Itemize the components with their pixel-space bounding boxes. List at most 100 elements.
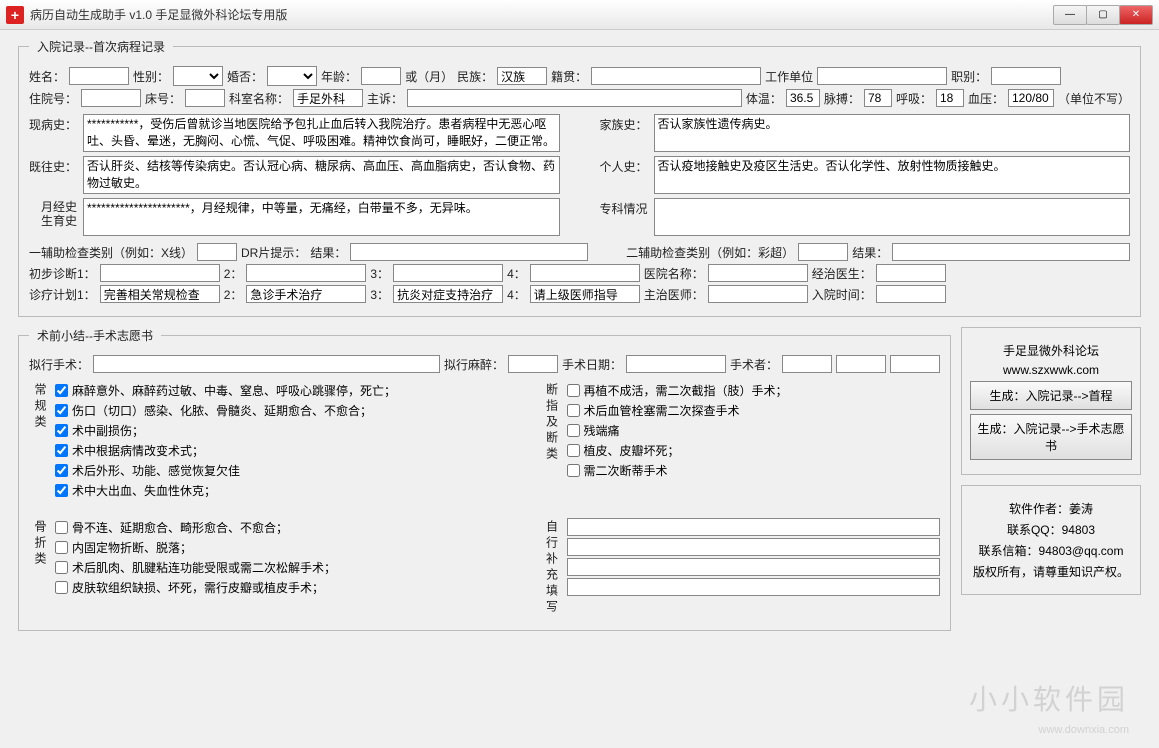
fill3[interactable] [567,558,940,576]
surgeon1-input[interactable] [782,355,832,373]
job-input[interactable] [991,67,1061,85]
group2-title: 断指及断类 [541,379,567,502]
surgeon2-input[interactable] [836,355,886,373]
dept-label: 科室名称： [229,90,289,107]
past-ta[interactable]: 否认肝炎、结核等传染病史。否认冠心病、糖尿病、高血压、高血脂病史，否认食物、药物… [83,156,560,194]
author-line: 软件作者：姜涛 [970,500,1132,517]
opdate-label: 手术日期： [562,356,622,373]
aux2-result[interactable] [892,243,1130,261]
personal-label: 个人史： [600,156,648,175]
plan3-input[interactable] [393,285,503,303]
g1c2[interactable] [55,404,68,417]
fill1[interactable] [567,518,940,536]
maximize-button[interactable]: ▢ [1086,5,1120,25]
g1c5[interactable] [55,464,68,477]
surgery-fieldset: 术前小结--手术志愿书 拟行手术： 拟行麻醉： 手术日期： 手术者： 常规类 麻… [18,327,951,631]
personal-ta[interactable]: 否认疫地接触史及疫区生活史。否认化学性、放射性物质接触史。 [654,156,1131,194]
author-panel: 软件作者：姜涛 联系QQ：94803 联系信箱：94803@qq.com 版权所… [961,485,1141,595]
attend-input[interactable] [708,285,808,303]
temp-input[interactable] [786,89,820,107]
minimize-button[interactable]: — [1053,5,1087,25]
g2c5[interactable] [567,464,580,477]
diag2-input[interactable] [246,264,366,282]
aux2-label: 二辅助检查类别（例如：彩超） [626,244,794,261]
nation-label: 民族： [457,68,493,85]
g1c3[interactable] [55,424,68,437]
work-input[interactable] [817,67,947,85]
aux1-type[interactable] [197,243,237,261]
sex-select[interactable] [173,66,223,86]
anes-input[interactable] [508,355,558,373]
gen-first-button[interactable]: 生成：入院记录-->首程 [970,381,1132,410]
g3c4[interactable] [55,581,68,594]
mens-ta[interactable]: **********************，月经规律，中等量，无痛经，白带量不… [83,198,560,236]
g1c1[interactable] [55,384,68,397]
g3c3[interactable] [55,561,68,574]
g2c4[interactable] [567,444,580,457]
dept-input[interactable] [293,89,363,107]
op-label: 拟行手术： [29,356,89,373]
opdate-input[interactable] [626,355,726,373]
g3c1[interactable] [55,521,68,534]
hospno-input[interactable] [81,89,141,107]
plan4-input[interactable] [530,285,640,303]
plan2-input[interactable] [246,285,366,303]
plan1-input[interactable] [100,285,220,303]
window-title: 病历自动生成助手 v1.0 手足显微外科论坛专用版 [30,6,1054,23]
breath-input[interactable] [936,89,964,107]
close-button[interactable]: ✕ [1119,5,1153,25]
g2c2[interactable] [567,404,580,417]
op-input[interactable] [93,355,440,373]
hosp-label: 医院名称： [644,265,704,282]
bp-label: 血压： [968,90,1004,107]
marry-select[interactable] [267,66,317,86]
forum-url: www.szxwwk.com [970,363,1132,377]
doctor-label: 经治医生： [812,265,872,282]
bed-input[interactable] [185,89,225,107]
titlebar: + 病历自动生成助手 v1.0 手足显微外科论坛专用版 — ▢ ✕ [0,0,1159,30]
forum-panel: 手足显微外科论坛 www.szxwwk.com 生成：入院记录-->首程 生成：… [961,327,1141,475]
or-month: 或（月） [405,68,453,85]
fill4[interactable] [567,578,940,596]
doctor-input[interactable] [876,264,946,282]
nation-input[interactable] [497,67,547,85]
pulse-label: 脉搏： [824,90,860,107]
gen-consent-button[interactable]: 生成：入院记录-->手术志愿书 [970,414,1132,460]
name-input[interactable] [69,67,129,85]
hosp-input[interactable] [708,264,808,282]
group4-title: 自行补充填写 [541,516,567,620]
g2c1[interactable] [567,384,580,397]
surgeon-label: 手术者： [730,356,778,373]
age-label: 年龄： [321,68,357,85]
g1c4[interactable] [55,444,68,457]
present-label: 现病史： [29,114,77,133]
res1-label: 结果： [310,244,346,261]
aux1-result[interactable] [350,243,588,261]
family-label: 家族史： [600,114,648,133]
spec-label: 专科情况 [600,198,648,217]
chief-input[interactable] [407,89,742,107]
mens-label: 月经史 生育史 [29,198,77,229]
name-label: 姓名： [29,68,65,85]
native-input[interactable] [591,67,761,85]
diag3-input[interactable] [393,264,503,282]
g1c6[interactable] [55,484,68,497]
bp-input[interactable] [1008,89,1054,107]
spec-ta[interactable] [654,198,1131,236]
watermark-sub: www.downxia.com [1039,724,1129,736]
attend-label: 主治医师： [644,286,704,303]
age-input[interactable] [361,67,401,85]
group1-title: 常规类 [29,379,55,502]
intime-input[interactable] [876,285,946,303]
family-ta[interactable]: 否认家族性遗传病史。 [654,114,1131,152]
fill2[interactable] [567,538,940,556]
present-ta[interactable]: ***********，受伤后曾就诊当地医院给予包扎止血后转入我院治疗。患者病程… [83,114,560,152]
g2c3[interactable] [567,424,580,437]
diag4-input[interactable] [530,264,640,282]
aux2-type[interactable] [798,243,848,261]
marry-label: 婚否： [227,68,263,85]
g3c2[interactable] [55,541,68,554]
surgeon3-input[interactable] [890,355,940,373]
diag1-input[interactable] [100,264,220,282]
pulse-input[interactable] [864,89,892,107]
